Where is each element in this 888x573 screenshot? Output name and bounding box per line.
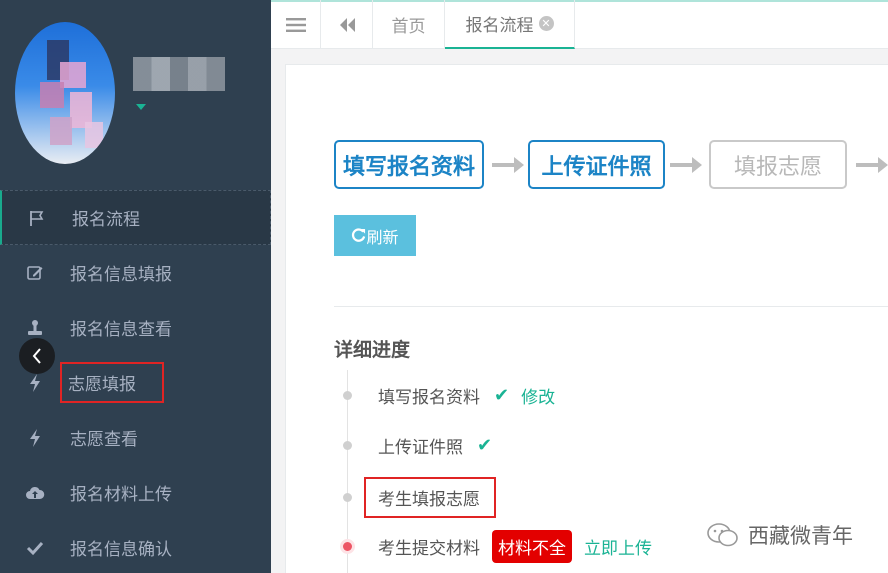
tab-bar: 首页 报名流程 ✕ [271, 0, 888, 49]
arrow-right-icon [670, 157, 702, 173]
tab-label: 报名流程 [465, 16, 534, 36]
watermark: 西藏微青年 [706, 520, 853, 550]
progress-item-upload-photo: 上传证件照 ✔ [343, 433, 492, 458]
edit-link[interactable]: 修改 [521, 383, 555, 408]
refresh-button[interactable]: 刷新 [334, 215, 416, 256]
sidebar-nav: 报名流程 报名信息填报 报名信息查看 志愿填报 志愿查看 报名材料上传 报名信息… [0, 190, 271, 573]
double-chevron-left-icon[interactable] [321, 0, 373, 49]
close-circle-icon[interactable]: ✕ [538, 16, 554, 31]
step-fill-info[interactable]: 填写报名资料 [334, 140, 484, 189]
timeline-dot [343, 493, 352, 502]
progress-item-submit-material: 考生提交材料 材料不全 立即上传 [343, 530, 652, 563]
sidebar-item-info-confirm[interactable]: 报名信息确认 [0, 520, 271, 573]
timeline-dot [343, 391, 352, 400]
stamp-icon [25, 318, 45, 338]
main-panel: 填写报名资料 上传证件照 填报志愿 刷新 详细进度 填写报名资料 ✔ 修改 上传… [285, 64, 888, 573]
check-icon [25, 538, 45, 558]
refresh-label: 刷新 [366, 229, 399, 247]
arrow-right-icon [856, 157, 888, 173]
check-icon: ✔ [494, 385, 510, 406]
refresh-icon [352, 228, 366, 242]
progress-label: 考生提交材料 [378, 539, 480, 559]
progress-label: 填写报名资料 [378, 388, 480, 408]
tab-registration-flow[interactable]: 报名流程 ✕ [445, 0, 575, 49]
sidebar-item-label: 志愿查看 [70, 430, 138, 450]
step-fill-volunteer[interactable]: 填报志愿 [709, 140, 847, 189]
avatar[interactable] [15, 22, 115, 164]
sidebar-item-label: 报名信息填报 [70, 265, 172, 285]
sidebar-item-label: 报名流程 [72, 210, 140, 230]
status-badge: 材料不全 [492, 530, 572, 563]
sidebar-item-label: 志愿填报 [60, 362, 164, 403]
edit-icon [25, 263, 45, 283]
step-label: 填报志愿 [733, 154, 822, 180]
cloud-upload-icon [25, 483, 45, 503]
flag-icon [27, 208, 47, 228]
hamburger-icon[interactable] [271, 0, 321, 49]
sidebar-item-registration-flow[interactable]: 报名流程 [0, 190, 271, 245]
progress-title: 详细进度 [334, 339, 411, 361]
progress-item-fill-volunteer: 考生填报志愿 [343, 477, 496, 518]
check-icon: ✔ [477, 435, 493, 456]
step-label: 上传证件照 [541, 154, 652, 180]
sidebar-item-volunteer-view[interactable]: 志愿查看 [0, 410, 271, 465]
user-dropdown-caret-icon[interactable] [136, 104, 146, 110]
username-blurred[interactable] [133, 57, 225, 91]
watermark-text: 西藏微青年 [748, 524, 853, 548]
step-label: 填写报名资料 [342, 154, 475, 180]
upload-now-link[interactable]: 立即上传 [584, 534, 652, 559]
sidebar-item-info-fill[interactable]: 报名信息填报 [0, 245, 271, 300]
tab-home[interactable]: 首页 [373, 0, 445, 49]
progress-label: 考生填报志愿 [364, 477, 496, 518]
timeline-dot-current [343, 542, 352, 551]
chevron-left-icon[interactable] [19, 338, 55, 374]
sidebar: 报名流程 报名信息填报 报名信息查看 志愿填报 志愿查看 报名材料上传 报名信息… [0, 0, 271, 573]
sidebar-item-label: 报名信息确认 [70, 540, 172, 560]
timeline-dot [343, 441, 352, 450]
sidebar-item-material-upload[interactable]: 报名材料上传 [0, 465, 271, 520]
bolt-icon [25, 428, 45, 448]
step-upload-photo[interactable]: 上传证件照 [528, 140, 665, 189]
progress-item-fill-info: 填写报名资料 ✔ 修改 [343, 383, 555, 408]
wechat-icon [707, 523, 738, 547]
bolt-icon [25, 373, 45, 393]
sidebar-item-label: 报名信息查看 [70, 320, 172, 340]
sidebar-item-label: 报名材料上传 [70, 485, 172, 505]
tab-label: 首页 [391, 17, 426, 37]
divider [334, 306, 888, 307]
arrow-right-icon [492, 157, 524, 173]
progress-label: 上传证件照 [378, 438, 463, 458]
